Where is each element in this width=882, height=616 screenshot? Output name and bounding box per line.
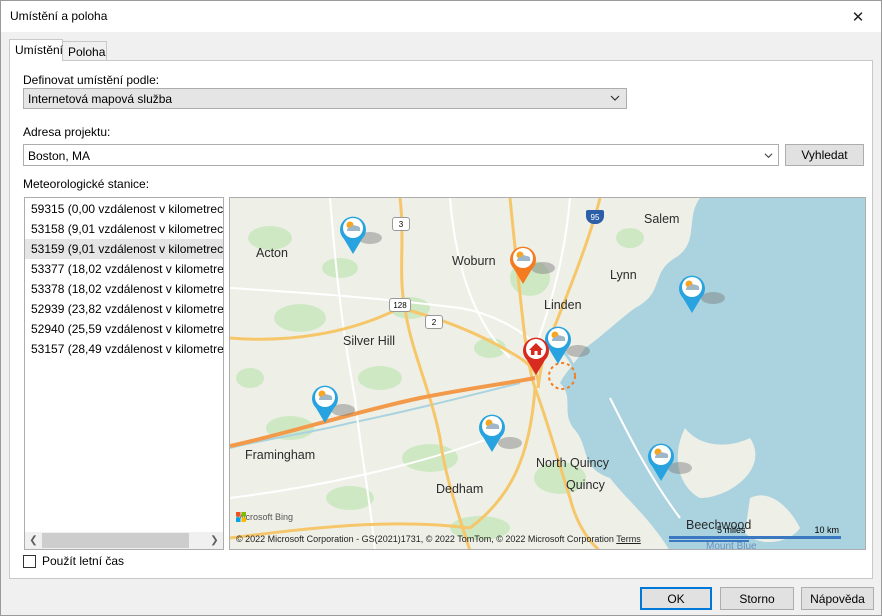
place-label-quincy: Quincy [566, 478, 605, 492]
place-label-dedham: Dedham [436, 482, 484, 496]
route-shield-2: 2 [425, 315, 443, 329]
scrollbar-thumb[interactable] [42, 533, 189, 548]
bing-logo: Microsoft Bing [236, 512, 293, 522]
route-shield-3-label: 3 [398, 219, 404, 229]
place-label-framingham: Framingham [245, 448, 316, 462]
list-item[interactable]: 53158 (9,01 vzdálenost v kilometrech) [25, 219, 223, 239]
location-method-value: Internetová mapová služba [28, 92, 173, 106]
place-label-linden: Linden [544, 298, 582, 312]
weather-station-list[interactable]: 59315 (0,00 vzdálenost v kilometrech) 53… [24, 197, 224, 550]
search-button[interactable]: Vyhledat [785, 144, 864, 166]
horizontal-scrollbar[interactable]: ❮ ❯ [25, 532, 223, 549]
list-item[interactable]: 52939 (23,82 vzdálenost v kilometrech) [25, 299, 223, 319]
ok-button-label: OK [667, 591, 685, 606]
weather-station-pin-icon[interactable] [646, 440, 676, 482]
ok-button[interactable]: OK [640, 587, 712, 610]
close-icon: ✕ [851, 8, 865, 26]
help-button-label: Nápověda [810, 591, 865, 606]
map-scale-bar: 5 miles 10 km [669, 525, 841, 543]
project-address-value: Boston, MA [28, 149, 91, 163]
project-address-label: Adresa projektu: [23, 125, 111, 139]
scale-bar-line [669, 536, 841, 539]
place-label-lynn: Lynn [610, 268, 637, 282]
place-label-north-quincy: North Quincy [536, 456, 609, 470]
scale-bar-line-miles [669, 540, 749, 542]
map-copyright: © 2022 Microsoft Corporation - GS(2021)1… [236, 534, 641, 544]
route-shield-128-label: 128 [393, 300, 407, 310]
dst-checkbox-box[interactable] [23, 554, 36, 568]
route-shield-2-label: 2 [431, 317, 437, 327]
place-label-silver-hill: Silver Hill [343, 334, 396, 348]
list-item[interactable]: 53377 (18,02 vzdálenost v kilometrech) [25, 259, 223, 279]
chevron-down-icon[interactable] [764, 151, 773, 160]
weather-stations-label: Meteorologické stanice: [23, 177, 150, 191]
list-item[interactable]: 59315 (0,00 vzdálenost v kilometrech) [25, 199, 223, 219]
dialog-window: Umístění a poloha ✕ Umístění Poloha Defi… [0, 0, 882, 616]
define-location-label: Definovat umístění podle: [23, 73, 160, 87]
scale-km-label: 10 km [814, 525, 839, 535]
weather-station-pin-icon[interactable] [338, 213, 368, 255]
cancel-button[interactable]: Storno [720, 587, 794, 610]
title-bar: Umístění a poloha ✕ [1, 1, 881, 32]
list-item[interactable]: 53157 (28,49 vzdálenost v kilometrech) [25, 339, 223, 359]
weather-station-pin-icon[interactable] [310, 382, 340, 424]
list-item[interactable]: 53159 (9,01 vzdálenost v kilometrech) [25, 239, 223, 259]
scroll-left-icon[interactable]: ❮ [25, 533, 42, 548]
help-button[interactable]: Nápověda [801, 587, 874, 610]
tab-panel: Definovat umístění podle: Internetová ma… [9, 60, 873, 579]
weather-station-pin-icon[interactable] [477, 411, 507, 453]
scroll-right-icon[interactable]: ❯ [206, 533, 223, 548]
location-method-select[interactable]: Internetová mapová služba [23, 88, 627, 109]
project-location-pin-icon[interactable] [521, 334, 551, 376]
list-item[interactable]: 52940 (25,59 vzdálenost v kilometrech) [25, 319, 223, 339]
map-terms-link[interactable]: Terms [616, 534, 641, 544]
map-view[interactable]: Salem Acton Woburn Lynn Linden Silver Hi… [229, 197, 866, 550]
tab-umisteni[interactable]: Umístění [9, 39, 63, 61]
interstate-shield-95-label: 95 [590, 212, 600, 222]
route-shield-3: 3 [392, 217, 410, 231]
list-item[interactable]: 53378 (18,02 vzdálenost v kilometrech) [25, 279, 223, 299]
place-label-woburn: Woburn [452, 254, 496, 268]
chevron-down-icon [610, 95, 620, 101]
interstate-shield-95: 95 [586, 210, 604, 224]
weather-station-pin-icon[interactable] [677, 272, 707, 314]
map-copyright-text: © 2022 Microsoft Corporation - GS(2021)1… [236, 534, 614, 544]
search-button-label: Vyhledat [801, 148, 848, 162]
project-address-input[interactable]: Boston, MA [23, 144, 779, 166]
tab-poloha-label: Poloha [68, 45, 106, 59]
dst-checkbox[interactable]: Použít letní čas [23, 554, 124, 568]
place-label-salem: Salem [644, 212, 680, 226]
tab-poloha[interactable]: Poloha [62, 41, 107, 61]
tab-umisteni-label: Umístění [15, 43, 64, 57]
place-label-acton: Acton [256, 246, 288, 260]
microsoft-logo-icon [236, 512, 246, 522]
selected-weather-station-pin-icon[interactable] [508, 243, 538, 285]
cancel-button-label: Storno [739, 591, 775, 606]
close-button[interactable]: ✕ [835, 1, 881, 32]
scale-miles-label: 5 miles [717, 525, 746, 535]
window-title: Umístění a poloha [10, 9, 108, 23]
route-shield-128: 128 [389, 298, 411, 312]
dst-checkbox-label: Použít letní čas [42, 554, 125, 568]
